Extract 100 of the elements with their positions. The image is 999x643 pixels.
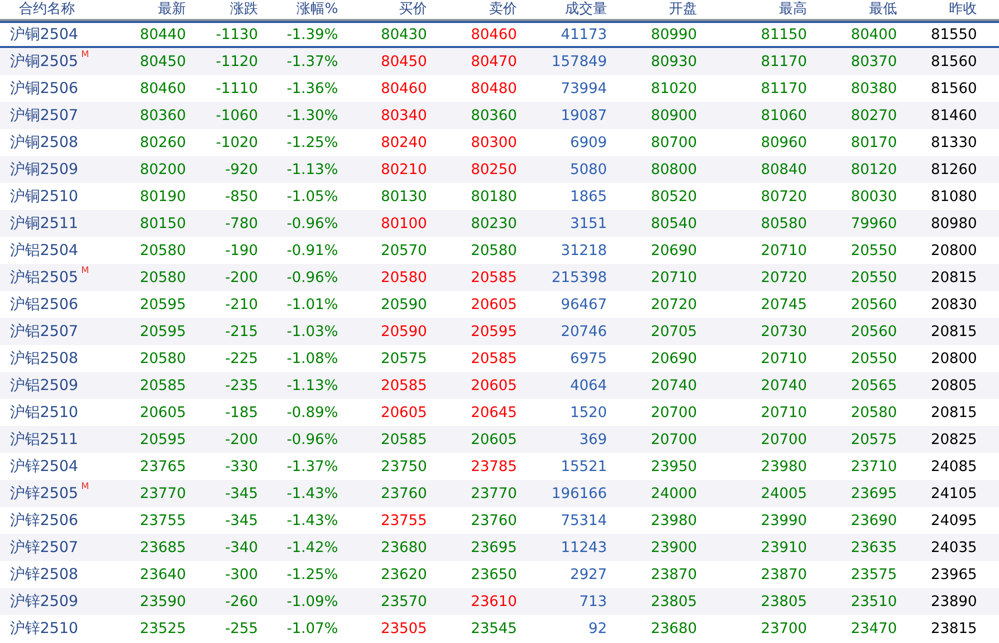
table-cell: 96467 bbox=[560, 296, 607, 312]
table-cell: 23910 bbox=[760, 540, 807, 556]
table-cell: 23680 bbox=[380, 540, 427, 556]
table-cell: 81150 bbox=[760, 26, 807, 42]
quote-row[interactable]: 沪铝2504 20580 -190 -0.91% 20570 20580 31218 20690 20710 20550 20800 bbox=[0, 237, 999, 264]
table-cell: 23965 bbox=[930, 566, 977, 582]
column-header[interactable]: 涨幅% bbox=[258, 0, 338, 19]
table-cell: 23760 bbox=[380, 486, 427, 502]
quote-row[interactable]: 沪铝2510 20605 -185 -0.89% 20605 20645 1520 20700 20710 20580 20815 bbox=[0, 399, 999, 426]
quote-row[interactable]: 沪铜2509 80200 -920 -1.13% 80210 80250 5080 80800 80840 80120 81260 bbox=[0, 156, 999, 183]
table-cell: 23695 bbox=[470, 540, 517, 556]
column-header[interactable]: 最低 bbox=[807, 0, 897, 19]
table-cell: -1060 bbox=[216, 108, 258, 124]
table-cell: 75314 bbox=[560, 512, 607, 528]
column-header[interactable]: 涨跌 bbox=[186, 0, 258, 19]
column-header[interactable]: 最高 bbox=[697, 0, 807, 19]
table-cell: -200 bbox=[225, 432, 258, 448]
main-contract-mark: M bbox=[81, 50, 89, 60]
table-cell: 23770 bbox=[140, 486, 186, 502]
quote-row[interactable]: 沪锌2510 23525 -255 -1.07% 23505 23545 92 23680 23700 23470 23815 bbox=[0, 615, 999, 642]
quote-row[interactable]: 沪锌2506 23755 -345 -1.43% 23755 23760 75314 23980 23990 23690 24095 bbox=[0, 507, 999, 534]
contract-name: 沪铜2509 bbox=[10, 160, 78, 179]
table-cell: 80580 bbox=[760, 216, 807, 232]
table-cell: 6975 bbox=[570, 350, 607, 366]
quote-row[interactable]: 沪铝2509 20585 -235 -1.13% 20585 20605 4064 20740 20740 20565 20805 bbox=[0, 372, 999, 399]
quote-row[interactable]: 沪铜2507 80360 -1060 -1.30% 80340 80360 19087 80900 81060 80270 81460 bbox=[0, 102, 999, 129]
table-cell: 81080 bbox=[930, 188, 977, 204]
table-cell: 11243 bbox=[560, 540, 607, 556]
table-cell: 81560 bbox=[930, 54, 977, 70]
table-cell: 20595 bbox=[140, 432, 186, 448]
quote-row[interactable]: 沪锌2508 23640 -300 -1.25% 23620 23650 2927 23870 23870 23575 23965 bbox=[0, 561, 999, 588]
contract-name: 沪锌2504 bbox=[10, 457, 78, 476]
quote-row[interactable]: 沪铜2506 80460 -1110 -1.36% 80460 80480 73994 81020 81170 80380 81560 bbox=[0, 75, 999, 102]
table-cell: 20705 bbox=[650, 324, 697, 340]
table-cell: 80170 bbox=[850, 134, 897, 150]
table-cell: 23760 bbox=[470, 512, 517, 528]
table-cell: 15521 bbox=[560, 458, 607, 474]
column-header[interactable]: 昨收 bbox=[897, 0, 977, 19]
table-cell: 73994 bbox=[560, 80, 607, 96]
table-cell: 20605 bbox=[380, 404, 427, 420]
quote-row[interactable]: 沪铜2508 80260 -1020 -1.25% 80240 80300 6909 80700 80960 80170 81330 bbox=[0, 129, 999, 156]
table-cell: 80460 bbox=[140, 80, 186, 96]
contract-name: 沪铝2506 bbox=[10, 295, 78, 314]
column-header[interactable]: 合约名称 bbox=[0, 0, 110, 19]
table-cell: 80980 bbox=[930, 216, 977, 232]
contract-name: 沪铜2505 bbox=[10, 52, 78, 71]
quote-row[interactable]: 沪锌2504 23765 -330 -1.37% 23750 23785 15521 23950 23980 23710 24085 bbox=[0, 453, 999, 480]
table-cell: 3151 bbox=[570, 216, 607, 232]
table-cell: 20590 bbox=[380, 296, 427, 312]
table-cell: 23785 bbox=[470, 458, 517, 474]
table-cell: 24085 bbox=[930, 458, 977, 474]
table-cell: 20710 bbox=[760, 350, 807, 366]
contract-name: 沪锌2510 bbox=[10, 619, 78, 638]
quote-row[interactable]: 沪锌2507 23685 -340 -1.42% 23680 23695 11243 23900 23910 23635 24035 bbox=[0, 534, 999, 561]
table-cell: 79960 bbox=[850, 216, 897, 232]
table-cell: -210 bbox=[225, 296, 258, 312]
table-cell: 23805 bbox=[760, 594, 807, 610]
contract-name: 沪铝2504 bbox=[10, 241, 78, 260]
table-cell: 20700 bbox=[760, 432, 807, 448]
table-cell: 20580 bbox=[850, 404, 897, 420]
quote-row[interactable]: 沪铝2508 20580 -225 -1.08% 20575 20585 6975 20690 20710 20550 20800 bbox=[0, 345, 999, 372]
contract-name: 沪铝2509 bbox=[10, 376, 78, 395]
table-cell: 20700 bbox=[650, 432, 697, 448]
quote-row[interactable]: 沪铝2511 20595 -200 -0.96% 20585 20605 369 20700 20700 20575 20825 bbox=[0, 426, 999, 453]
column-header[interactable]: 买价 bbox=[338, 0, 427, 19]
table-cell: 81170 bbox=[760, 80, 807, 96]
quote-row[interactable]: 沪铝2506 20595 -210 -1.01% 20590 20605 96467 20720 20745 20560 20830 bbox=[0, 291, 999, 318]
quote-row[interactable]: 沪铜2510 80190 -850 -1.05% 80130 80180 1865 80520 80720 80030 81080 bbox=[0, 183, 999, 210]
column-header[interactable]: 最新 bbox=[110, 0, 186, 19]
column-header[interactable]: 开盘 bbox=[607, 0, 697, 19]
table-cell: -0.96% bbox=[286, 216, 338, 232]
table-cell: 80460 bbox=[380, 80, 427, 96]
table-cell: 20740 bbox=[760, 378, 807, 394]
table-cell: -330 bbox=[225, 458, 258, 474]
contract-name: 沪铜2508 bbox=[10, 133, 78, 152]
table-cell: 20710 bbox=[650, 270, 697, 286]
main-contract-mark: M bbox=[81, 266, 89, 276]
table-cell: 23590 bbox=[140, 594, 186, 610]
table-cell: 80190 bbox=[140, 188, 186, 204]
table-cell: -920 bbox=[225, 162, 258, 178]
quote-row[interactable]: 沪铜2504 80440 -1130 -1.39% 80430 80460 41173 80990 81150 80400 81550 bbox=[0, 21, 999, 48]
quote-row[interactable]: 沪铜2511 80150 -780 -0.96% 80100 80230 3151 80540 80580 79960 80980 bbox=[0, 210, 999, 237]
table-cell: 20605 bbox=[470, 378, 517, 394]
table-cell: 81170 bbox=[760, 54, 807, 70]
table-cell: -215 bbox=[225, 324, 258, 340]
table-cell: 20580 bbox=[140, 350, 186, 366]
contract-name: 沪铜2510 bbox=[10, 187, 78, 206]
quote-row[interactable]: 沪铝2507 20595 -215 -1.03% 20590 20595 20746 20705 20730 20560 20815 bbox=[0, 318, 999, 345]
table-cell: 19087 bbox=[560, 108, 607, 124]
column-header[interactable]: 卖价 bbox=[427, 0, 517, 19]
table-cell: 20585 bbox=[140, 378, 186, 394]
table-cell: 20550 bbox=[850, 270, 897, 286]
table-cell: 20560 bbox=[850, 324, 897, 340]
table-cell: 23575 bbox=[850, 566, 897, 582]
table-cell: 23525 bbox=[140, 620, 186, 636]
contract-name: 沪铜2507 bbox=[10, 106, 78, 125]
column-header[interactable]: 成交量 bbox=[517, 0, 607, 19]
table-cell: 20815 bbox=[930, 404, 977, 420]
quote-row[interactable]: 沪锌2509 23590 -260 -1.09% 23570 23610 713 23805 23805 23510 23890 bbox=[0, 588, 999, 615]
table-cell: 23890 bbox=[930, 594, 977, 610]
